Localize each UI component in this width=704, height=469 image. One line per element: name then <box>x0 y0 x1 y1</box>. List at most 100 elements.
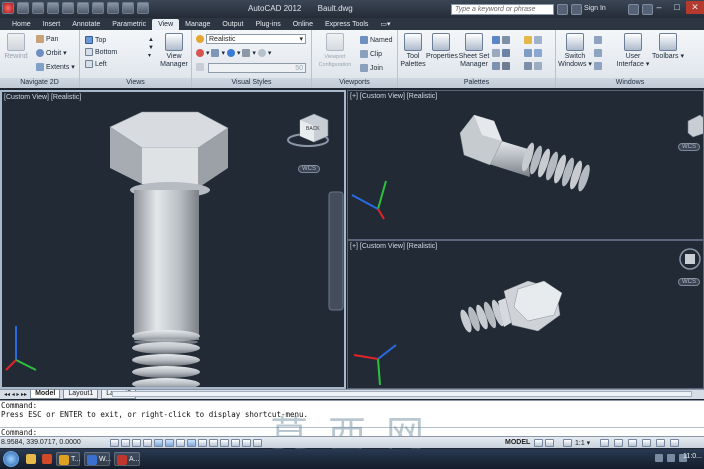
dbconnect-icon[interactable] <box>502 49 510 58</box>
named-viewports-button[interactable]: Named <box>360 36 393 44</box>
edge-icon[interactable] <box>257 49 266 58</box>
binoculars-icon[interactable] <box>557 4 568 15</box>
materials-icon[interactable] <box>524 49 532 58</box>
sheet-set-button[interactable]: Sheet Set Manager <box>458 33 490 69</box>
visual-styles-manager-icon[interactable] <box>534 62 542 71</box>
design-center-icon[interactable] <box>492 49 500 58</box>
plot-icon[interactable] <box>77 2 89 14</box>
tab-home[interactable]: Home <box>6 19 37 30</box>
user-icon[interactable] <box>571 4 582 15</box>
snap-icon[interactable] <box>121 439 130 447</box>
shadow-icon[interactable] <box>242 49 251 58</box>
tab-model[interactable]: Model <box>30 390 61 399</box>
extents-button[interactable]: Extents ▾ <box>36 63 75 72</box>
taskbar-media-icon[interactable] <box>40 452 54 466</box>
content-icon[interactable] <box>492 62 500 71</box>
osnap-icon[interactable] <box>165 439 174 447</box>
transparency-icon[interactable] <box>231 439 240 447</box>
viewport-label[interactable]: [Custom View] [Realistic] <box>4 94 81 101</box>
maximize-icon[interactable]: □ <box>668 1 686 14</box>
tab-nav-icon[interactable]: ◂◂ ◂ ▸ ▸▸ <box>4 391 27 398</box>
exchange-icon[interactable] <box>628 4 639 15</box>
lights-icon[interactable] <box>534 36 542 45</box>
selection-cycling-icon[interactable] <box>253 439 262 447</box>
taskbar-item[interactable]: T... <box>56 452 80 466</box>
app-menu-button[interactable] <box>2 2 14 14</box>
tab-online[interactable]: Online <box>287 19 319 30</box>
annotation-icon[interactable] <box>563 439 572 447</box>
calc-icon[interactable] <box>502 36 510 45</box>
save-as-icon[interactable] <box>62 2 74 14</box>
viewport-label[interactable]: [+] [Custom View] [Realistic] <box>350 243 437 250</box>
properties-button[interactable]: Properties <box>426 33 458 61</box>
view-top-item[interactable]: Top <box>85 36 106 44</box>
opacity-field[interactable]: 50 <box>208 63 306 73</box>
join-button[interactable]: Join <box>360 64 383 72</box>
tray-volume-icon[interactable] <box>667 454 675 462</box>
visual-style-select[interactable]: Realistic ▾ <box>206 34 306 44</box>
taskbar-explorer-icon[interactable] <box>24 452 38 466</box>
sphere-blue-icon[interactable] <box>226 49 235 58</box>
ducs-icon[interactable] <box>198 439 207 447</box>
cascade-icon[interactable] <box>594 62 602 71</box>
3d-osnap-icon[interactable] <box>176 439 185 447</box>
viewcube-icon[interactable] <box>679 248 701 270</box>
taskbar-clock[interactable]: 11:0... <box>683 453 702 460</box>
view-manager-button[interactable]: View Manager <box>158 33 190 69</box>
clip-button[interactable]: Clip <box>360 50 382 58</box>
workspace-icon[interactable] <box>122 2 134 14</box>
views-scroll[interactable]: ▲ ▼ ▾ <box>148 36 154 60</box>
dyn-icon[interactable] <box>209 439 218 447</box>
markup-icon[interactable] <box>492 36 500 45</box>
horizontal-scrollbar[interactable] <box>112 391 692 397</box>
viewport-left[interactable]: [Custom View] [Realistic] WCS BACK <box>0 90 346 389</box>
quick-view-drawings-icon[interactable] <box>545 439 554 447</box>
viewport-bottom-right[interactable]: [+] [Custom View] [Realistic] WCS <box>347 240 704 389</box>
tab-insert[interactable]: Insert <box>37 19 67 30</box>
render-icon[interactable] <box>534 49 542 58</box>
tab-layout1[interactable]: Layout1 <box>63 390 99 399</box>
ortho-icon[interactable] <box>143 439 152 447</box>
toolbars-button[interactable]: Toolbars ▾ <box>652 33 684 61</box>
model-space-button[interactable]: MODEL <box>505 439 530 446</box>
hardware-accel-icon[interactable] <box>642 439 651 447</box>
wcs-menu[interactable]: WCS <box>298 165 320 173</box>
external-refs-icon[interactable] <box>502 62 510 71</box>
save-icon[interactable] <box>47 2 59 14</box>
viewport-label[interactable]: [+] [Custom View] [Realistic] <box>350 93 437 100</box>
lineweight-icon[interactable] <box>220 439 229 447</box>
taskbar-item[interactable]: W... <box>84 452 111 466</box>
command-input[interactable]: Command: <box>0 427 704 437</box>
sun-icon[interactable] <box>524 36 532 45</box>
navigation-bar[interactable] <box>328 191 344 311</box>
isolate-objects-icon[interactable] <box>656 439 665 447</box>
switch-windows-button[interactable]: Switch Windows ▾ <box>558 33 592 69</box>
annotation-visibility-icon[interactable] <box>600 439 609 447</box>
sphere-red-icon[interactable] <box>196 49 204 58</box>
lock-icon[interactable] <box>628 439 637 447</box>
grid-icon[interactable] <box>132 439 141 447</box>
undo-icon[interactable] <box>92 2 104 14</box>
camera-icon[interactable] <box>524 62 532 71</box>
clean-screen-icon[interactable] <box>670 439 679 447</box>
tile-horizontal-icon[interactable] <box>594 36 602 45</box>
wcs-menu[interactable]: WCS <box>678 143 700 151</box>
view-bottom-item[interactable]: Bottom <box>85 48 117 56</box>
otrack-icon[interactable] <box>187 439 196 447</box>
ribbon-options-icon[interactable]: ▭▾ <box>374 19 396 30</box>
user-interface-button[interactable]: User Interface ▾ <box>616 33 650 69</box>
tab-output[interactable]: Output <box>216 19 249 30</box>
face-style-icon[interactable] <box>211 49 220 58</box>
redo-icon[interactable] <box>107 2 119 14</box>
search-input[interactable]: Type a keyword or phrase <box>451 4 554 15</box>
viewcube-icon[interactable] <box>687 114 704 138</box>
start-button[interactable] <box>3 451 19 467</box>
minimize-icon[interactable]: – <box>650 1 668 14</box>
tab-parametric[interactable]: Parametric <box>106 19 152 30</box>
tab-express-tools[interactable]: Express Tools <box>319 19 374 30</box>
orbit-button[interactable]: Orbit ▾ <box>36 49 67 58</box>
open-icon[interactable] <box>32 2 44 14</box>
tab-manage[interactable]: Manage <box>179 19 216 30</box>
tile-vertical-icon[interactable] <box>594 49 602 58</box>
quick-props-icon[interactable] <box>242 439 251 447</box>
